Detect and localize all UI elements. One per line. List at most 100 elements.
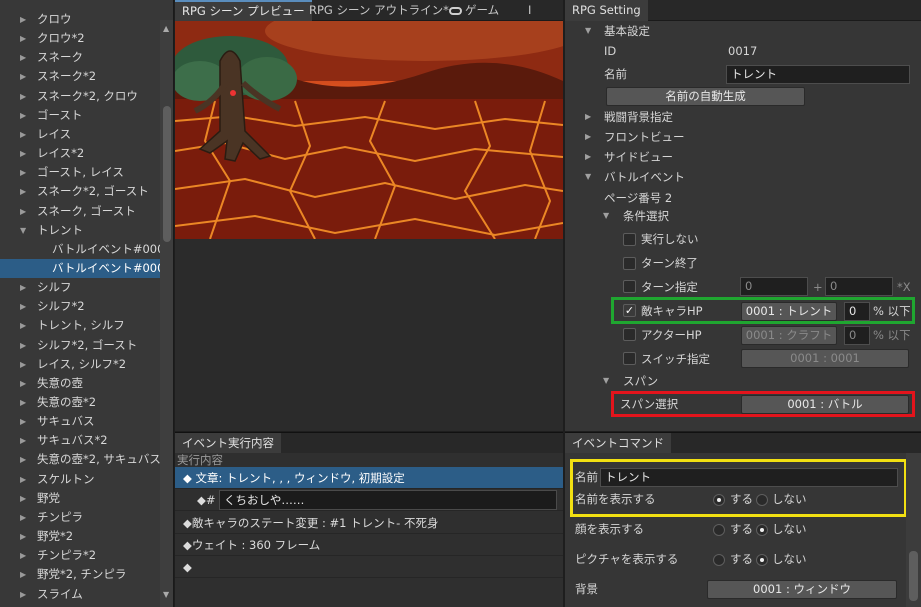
expanded-arrow-icon[interactable]: ▼ <box>20 221 26 240</box>
collapsed-arrow-icon[interactable]: ▶ <box>20 67 26 86</box>
turn-spec-checkbox[interactable] <box>623 280 636 293</box>
cmd-name-field[interactable]: トレント <box>600 468 898 487</box>
tree-item[interactable]: ▶ 失意の壺 <box>0 374 160 393</box>
collapsed-arrow-icon[interactable]: ▶ <box>20 393 26 412</box>
tree-item[interactable]: ▶ レイス, シルフ*2 <box>0 355 160 374</box>
tab-scene-outline[interactable]: RPG シーン アウトライン* <box>302 0 456 21</box>
collapsed-arrow-icon[interactable]: ▶ <box>20 182 26 201</box>
tree-item[interactable]: ▶ スネーク*2 <box>0 67 160 86</box>
tree-item[interactable]: ▶ スネーク, ゴースト <box>0 202 160 221</box>
tree-item[interactable]: ▶ クロウ <box>0 10 160 29</box>
tree-child-item[interactable]: バトルイベント#0001 <box>0 240 172 259</box>
tree-item[interactable]: ▶ 野党*2 <box>0 527 160 546</box>
collapsed-arrow-icon[interactable]: ▶ <box>20 163 26 182</box>
front-view-section[interactable]: フロントビュー <box>604 127 685 147</box>
enemy-hp-target-select[interactable]: 0001 : トレント <box>741 302 837 321</box>
collapsed-arrow-icon[interactable]: ▶ <box>20 125 26 144</box>
turn-end-checkbox[interactable] <box>623 257 636 270</box>
show-name-no-radio[interactable] <box>756 494 768 506</box>
condition-fold-icon[interactable]: ▼ <box>603 206 609 226</box>
collapsed-arrow-icon[interactable]: ▶ <box>20 431 26 450</box>
collapsed-arrow-icon[interactable]: ▶ <box>20 106 26 125</box>
tree-item[interactable]: ▶ ゴースト, レイス <box>0 163 160 182</box>
enemy-hp-value-field[interactable]: 0 <box>844 302 870 321</box>
command-scrollbar[interactable] <box>906 453 921 607</box>
tab-more[interactable]: I <box>521 0 538 21</box>
tree-item[interactable]: ▶ チンピラ*2 <box>0 546 160 565</box>
actor-hp-value-field[interactable]: 0 <box>844 326 870 345</box>
tree-item[interactable]: ▶ チンピラ <box>0 508 160 527</box>
show-picture-no-radio[interactable] <box>756 554 768 566</box>
name-field[interactable]: トレント <box>726 65 910 84</box>
tree-item[interactable]: ▶ サキュバス <box>0 412 160 431</box>
show-name-yes-radio[interactable] <box>713 494 725 506</box>
span-select[interactable]: 0001 : バトル <box>741 395 909 414</box>
collapsed-arrow-icon[interactable]: ▶ <box>20 374 26 393</box>
scroll-down-icon[interactable]: ▼ <box>163 590 169 599</box>
tree-item[interactable]: ▶ レイス*2 <box>0 144 160 163</box>
tab-rpg-setting[interactable]: RPG Setting <box>565 0 648 21</box>
exec-row-wait[interactable]: ◆ウェイト : 360 フレーム <box>175 534 563 556</box>
tab-event-exec[interactable]: イベント実行内容 <box>175 433 281 454</box>
collapsed-arrow-icon[interactable]: ▶ <box>20 29 26 48</box>
tree-item[interactable]: ▶ トレント, シルフ <box>0 316 160 335</box>
battle-bg-section[interactable]: 戦闘背景指定 <box>604 107 673 127</box>
collapsed-arrow-icon[interactable]: ▶ <box>20 336 26 355</box>
tree-scroll-thumb[interactable] <box>163 106 171 242</box>
condition-header[interactable]: 条件選択 <box>623 206 669 226</box>
tree-item[interactable]: ▶ クロウ*2 <box>0 29 160 48</box>
tree-item[interactable]: ▶ シルフ*2, ゴースト <box>0 336 160 355</box>
show-picture-yes-radio[interactable] <box>713 554 725 566</box>
collapsed-arrow-icon[interactable]: ▶ <box>20 546 26 565</box>
exec-row-text[interactable]: ◆ 文章: トレント, , , ウィンドウ, 初期設定 <box>175 467 563 489</box>
tree-item[interactable]: ▶ スネーク <box>0 48 160 67</box>
tree-child-item[interactable]: バトルイベント#0002 <box>0 258 172 278</box>
collapsed-arrow-icon[interactable]: ▶ <box>20 10 26 29</box>
collapsed-arrow-icon[interactable]: ▶ <box>20 470 26 489</box>
tree-item[interactable]: ▶ 野党 <box>0 489 160 508</box>
tree-item[interactable]: ▶ 失意の壺*2, サキュバス <box>0 450 161 469</box>
scene-preview-view[interactable] <box>175 21 563 239</box>
auto-name-button[interactable]: 名前の自動生成 <box>606 87 805 106</box>
collapsed-arrow-icon[interactable]: ▶ <box>20 297 26 316</box>
side-view-fold-icon[interactable]: ▶ <box>585 147 591 167</box>
collapsed-arrow-icon[interactable]: ▶ <box>20 450 26 469</box>
scroll-up-icon[interactable]: ▲ <box>163 24 169 33</box>
tree-item[interactable]: ▼ トレント <box>0 221 160 240</box>
tree-item[interactable]: ▶ 失意の壺*2 <box>0 393 160 412</box>
battle-event-section[interactable]: バトルイベント <box>604 167 685 187</box>
exec-row-empty[interactable]: ◆ <box>175 556 563 578</box>
tree-item[interactable]: ▶ 野党*2, チンピラ <box>0 565 160 584</box>
collapsed-arrow-icon[interactable]: ▶ <box>20 489 26 508</box>
collapsed-arrow-icon[interactable]: ▶ <box>20 278 26 297</box>
battle-bg-fold-icon[interactable]: ▶ <box>585 107 591 127</box>
enemy-hp-checkbox[interactable]: ✓ <box>623 304 636 317</box>
exec-row-state-change[interactable]: ◆敵キャラのステート変更 : #1 トレント- 不死身 <box>175 512 563 534</box>
collapsed-arrow-icon[interactable]: ▶ <box>20 565 26 584</box>
collapsed-arrow-icon[interactable]: ▶ <box>20 412 26 431</box>
tree-item[interactable]: ▶ スケルトン <box>0 470 160 489</box>
collapsed-arrow-icon[interactable]: ▶ <box>20 527 26 546</box>
collapsed-arrow-icon[interactable]: ▶ <box>20 144 26 163</box>
span-header[interactable]: スパン <box>623 371 658 391</box>
tree-item[interactable]: ▶ シルフ <box>0 278 160 297</box>
tree-item[interactable]: ▶ レイス <box>0 125 160 144</box>
tab-scene-preview[interactable]: RPG シーン プレビュー <box>175 0 312 21</box>
collapsed-arrow-icon[interactable]: ▶ <box>20 87 26 106</box>
show-face-no-radio[interactable] <box>756 524 768 536</box>
collapsed-arrow-icon[interactable]: ▶ <box>20 585 26 604</box>
basic-fold-icon[interactable]: ▼ <box>585 21 591 41</box>
tab-game[interactable]: ゲーム <box>445 0 506 21</box>
collapsed-arrow-icon[interactable]: ▶ <box>20 316 26 335</box>
exec-text-input[interactable]: くちおしや…… <box>219 490 557 510</box>
background-select[interactable]: 0001 : ウィンドウ <box>707 580 897 599</box>
tree-scrollbar[interactable]: ▲ ▼ <box>160 20 173 607</box>
command-scroll-thumb[interactable] <box>909 551 918 601</box>
turn-a-field[interactable]: 0 <box>740 277 808 296</box>
collapsed-arrow-icon[interactable]: ▶ <box>20 355 26 374</box>
tree-item[interactable]: ▶ スネーク*2, ゴースト <box>0 182 160 201</box>
turn-b-field[interactable]: 0 <box>825 277 893 296</box>
tab-event-command[interactable]: イベントコマンド <box>565 433 671 454</box>
collapsed-arrow-icon[interactable]: ▶ <box>20 48 26 67</box>
side-view-section[interactable]: サイドビュー <box>604 147 673 167</box>
